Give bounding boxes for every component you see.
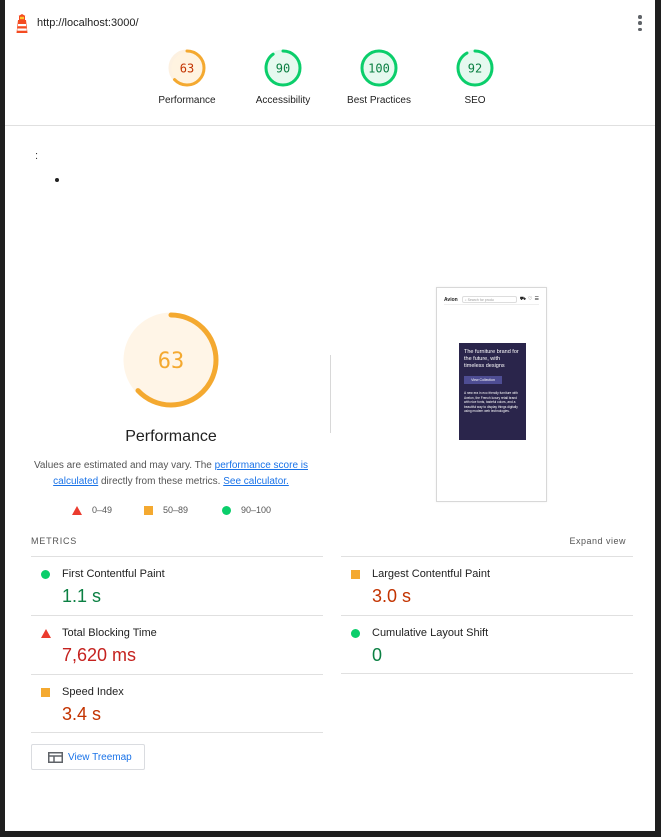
- performance-score: 63: [158, 349, 185, 374]
- list-bullet: [55, 178, 59, 182]
- metric-speed-index: Speed Index 3.4 s: [31, 674, 323, 733]
- gauge-ring: 90: [264, 49, 302, 87]
- pass-circle-icon: [351, 629, 360, 638]
- legend-fail: 0–49: [72, 505, 112, 515]
- metric-value: 0: [372, 645, 383, 665]
- average-square-icon: [351, 570, 360, 579]
- thumb-nav: Avion ⌕ Search for produ ⛟ ♡ ☰: [444, 295, 539, 305]
- metric-largest-contentful-paint: Largest Contentful Paint 3.0 s: [341, 556, 633, 615]
- gauge-seo[interactable]: 92 SEO: [435, 48, 515, 106]
- divider: [330, 355, 331, 433]
- lighthouse-logo-icon: [16, 14, 28, 33]
- fail-triangle-icon: [41, 629, 51, 638]
- performance-title: Performance: [125, 428, 217, 445]
- metric-value: 1.1 s: [62, 586, 102, 606]
- thumb-hero-button: View Collection: [464, 376, 502, 384]
- pass-circle-icon: [41, 570, 50, 579]
- gauge-performance[interactable]: 63 Performance: [147, 48, 227, 106]
- performance-description: Values are estimated and may vary. The p…: [31, 458, 311, 490]
- metrics-right-column: Largest Contentful Paint 3.0 s Cumulativ…: [341, 556, 633, 674]
- circle-icon: [222, 505, 231, 515]
- gauge-score: 63: [180, 62, 194, 76]
- gauge-ring: 63: [168, 49, 206, 87]
- legend-range: 0–49: [92, 505, 113, 515]
- gauge-score: 90: [276, 62, 290, 76]
- metrics-heading: METRICS: [31, 536, 78, 546]
- expand-view-toggle[interactable]: Expand view: [569, 536, 626, 546]
- stray-text: :: [35, 150, 39, 162]
- gauge-label: Performance: [158, 95, 216, 106]
- square-icon: [144, 505, 153, 515]
- top-bar: http://localhost:3000/: [5, 0, 655, 40]
- metric-first-contentful-paint: First Contentful Paint 1.1 s: [31, 556, 323, 615]
- metric-value: 3.0 s: [372, 586, 412, 606]
- desc-text: Values are estimated and may vary. The: [33, 460, 215, 471]
- legend-range: 50–89: [163, 505, 189, 515]
- thumb-hero-title: The furniture brand for the future, with…: [464, 349, 519, 369]
- view-treemap-label: View Treemap: [68, 751, 132, 763]
- legend-range: 90–100: [241, 505, 272, 515]
- thumb-icons: ⛟ ♡ ☰: [520, 296, 539, 303]
- metric-value: 3.4 s: [62, 704, 102, 724]
- thumb-hero-text: A new era in eco friendly furniture with…: [464, 391, 518, 413]
- heart-icon: ♡: [528, 296, 533, 302]
- gauge-ring: 92: [456, 49, 494, 87]
- gauge-score: 100: [368, 62, 390, 76]
- gauge-ring: 100: [360, 49, 398, 87]
- average-square-icon: [41, 688, 50, 697]
- performance-gauge-large: 63: [123, 312, 219, 408]
- metric-name: Largest Contentful Paint: [372, 568, 491, 580]
- metric-cumulative-layout-shift: Cumulative Layout Shift 0: [341, 615, 633, 674]
- metric-name: Speed Index: [62, 686, 124, 698]
- metric-total-blocking-time: Total Blocking Time 7,620 ms: [31, 615, 323, 674]
- metrics-left-column: First Contentful Paint 1.1 s Total Block…: [31, 556, 323, 733]
- gauge-score: 92: [468, 62, 482, 76]
- metric-name: Total Blocking Time: [62, 627, 157, 639]
- legend-pass: 90–100: [222, 505, 271, 515]
- gauge-label: Best Practices: [347, 95, 411, 106]
- thumb-search: ⌕ Search for produ: [461, 296, 517, 303]
- legend-average: 50–89: [144, 505, 188, 515]
- gauge-best-practices[interactable]: 100 Best Practices: [339, 48, 419, 106]
- summary-gauges: 63 Performance 90 Accessibility 100 Best…: [5, 40, 655, 126]
- thumb-brand: Avion: [444, 296, 458, 303]
- cart-icon: ⛟: [519, 296, 527, 302]
- page-url: http://localhost:3000/: [37, 17, 139, 29]
- treemap-icon: [48, 751, 63, 763]
- desc-text: directly from these metrics.: [98, 476, 224, 487]
- menu-icon: ☰: [534, 296, 539, 302]
- gauge-label: Accessibility: [255, 95, 311, 106]
- final-screenshot-thumbnail[interactable]: Avion ⌕ Search for produ ⛟ ♡ ☰ The furnitu…: [436, 287, 547, 502]
- metric-name: Cumulative Layout Shift: [372, 627, 489, 639]
- view-treemap-button[interactable]: View Treemap: [31, 744, 145, 770]
- gauge-label: SEO: [464, 95, 486, 106]
- triangle-icon: [72, 505, 82, 515]
- gauge-accessibility[interactable]: 90 Accessibility: [243, 48, 323, 106]
- see-calculator-link[interactable]: See calculator.: [223, 476, 289, 487]
- metric-name: First Contentful Paint: [62, 568, 165, 580]
- more-options-icon[interactable]: [637, 15, 643, 31]
- metric-value: 7,620 ms: [62, 645, 137, 665]
- thumb-hero: The furniture brand for the future, with…: [459, 343, 526, 440]
